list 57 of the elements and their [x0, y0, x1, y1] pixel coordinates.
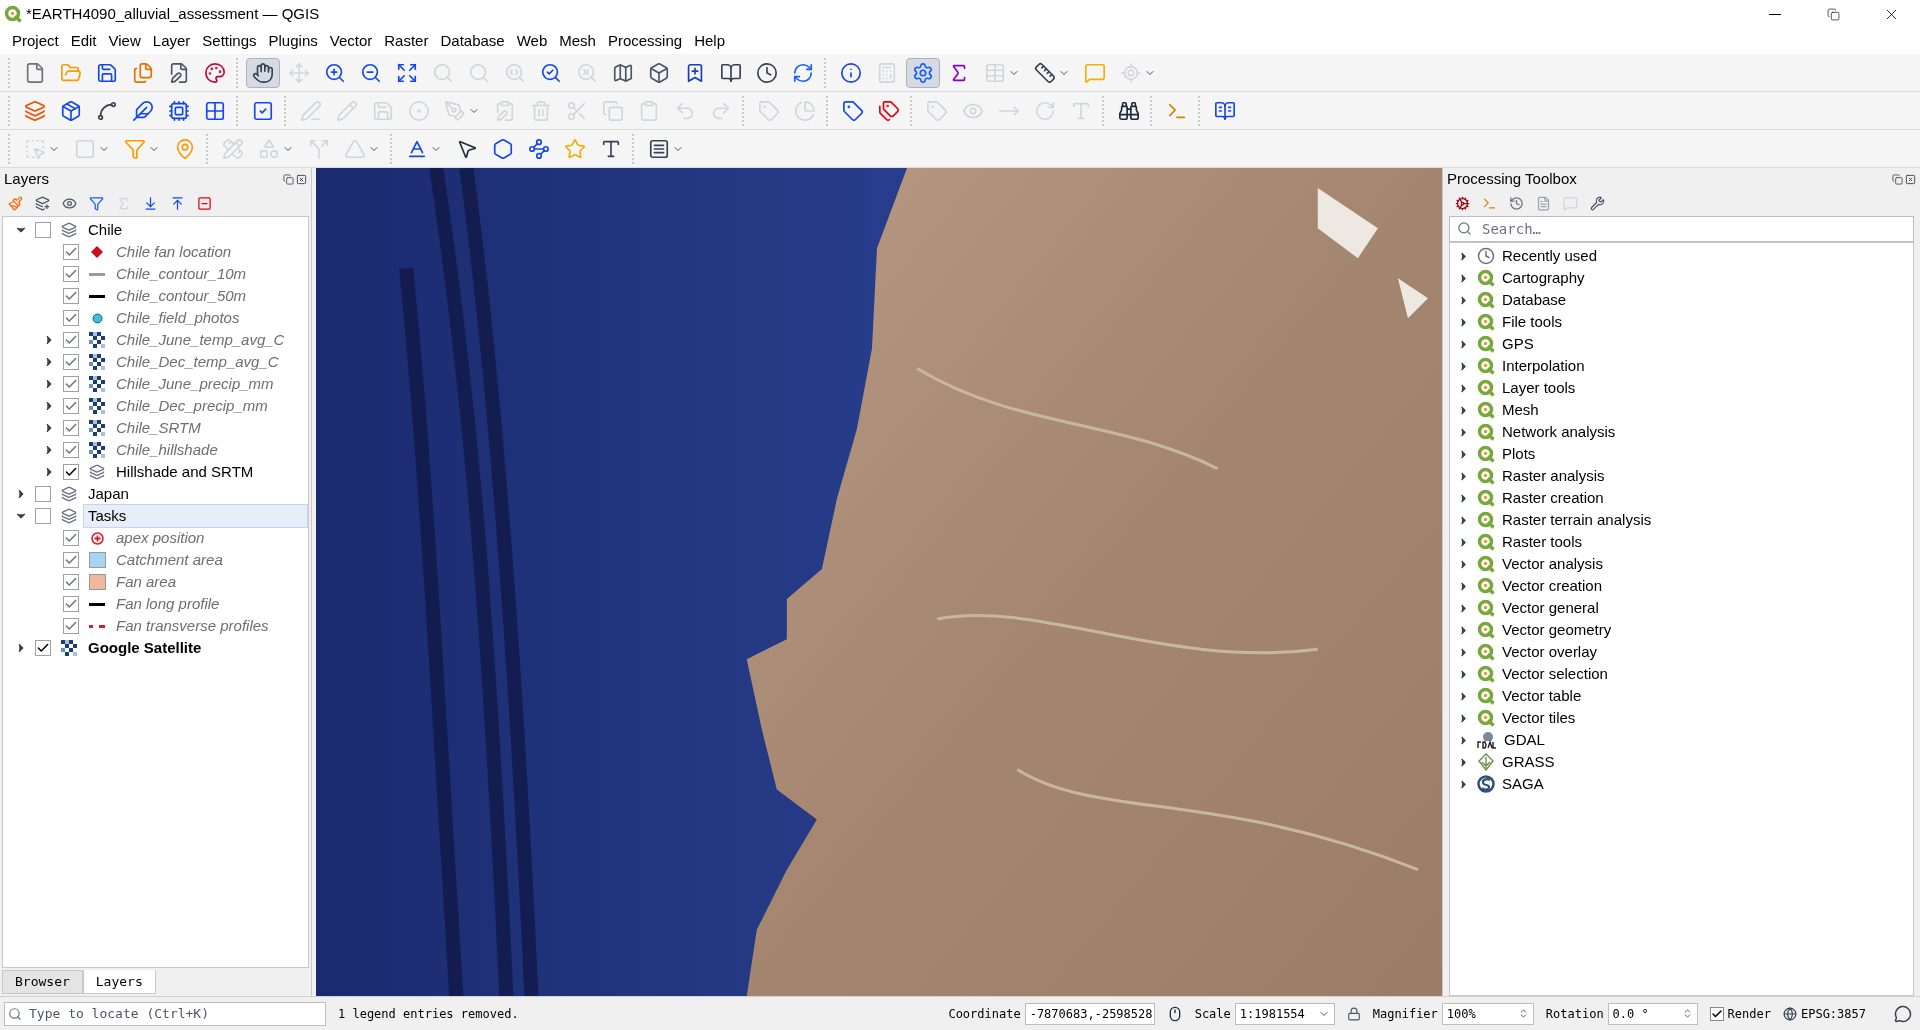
- algorithm-group[interactable]: Network analysis: [1502, 420, 1616, 444]
- status-label: Rotation: [1545, 1005, 1604, 1023]
- menu-item[interactable]: Processing: [601, 29, 689, 53]
- algorithm-group[interactable]: Vector overlay: [1502, 640, 1598, 664]
- checkbox-label: Render: [1727, 1005, 1771, 1023]
- menu-item[interactable]: Layer: [146, 29, 197, 53]
- menu-item[interactable]: Plugins: [262, 29, 324, 53]
- menu-item[interactable]: Database: [434, 29, 511, 53]
- panel-title: Layers: [4, 168, 50, 189]
- status-field[interactable]: 1:1981554: [1234, 1002, 1335, 1025]
- algorithm-group[interactable]: Raster terrain analysis: [1502, 508, 1652, 532]
- layer-name[interactable]: Tasks: [83, 503, 308, 529]
- algorithm-group[interactable]: GDAL: [1504, 728, 1545, 752]
- algorithm-group[interactable]: GPS: [1502, 332, 1534, 356]
- search-field[interactable]: Search…: [1449, 216, 1914, 242]
- menu-item[interactable]: Help: [688, 29, 731, 53]
- algorithm-group[interactable]: Vector geometry: [1502, 618, 1612, 642]
- locator-field[interactable]: Type to locate (Ctrl+K): [4, 1001, 326, 1026]
- crs-label[interactable]: EPSG:3857: [1800, 1004, 1866, 1023]
- algorithm-group[interactable]: Database: [1502, 288, 1567, 312]
- panel-tab[interactable]: Browser: [2, 970, 83, 994]
- status-field[interactable]: -7870683,-2598528: [1024, 1002, 1155, 1025]
- algorithm-group[interactable]: Vector general: [1502, 596, 1599, 620]
- menu-item[interactable]: Mesh: [553, 29, 602, 53]
- algorithm-group[interactable]: File tools: [1502, 310, 1563, 334]
- window-title: *EARTH4090_alluvial_assessment — QGIS: [26, 3, 321, 24]
- status-label: Magnifier: [1372, 1005, 1438, 1023]
- algorithm-group[interactable]: GRASS: [1502, 750, 1555, 774]
- algorithm-group[interactable]: Vector creation: [1502, 574, 1603, 598]
- menu-item[interactable]: Vector: [323, 29, 379, 53]
- menu-item[interactable]: View: [102, 29, 147, 53]
- algorithm-group[interactable]: Vector table: [1502, 684, 1582, 708]
- status-label: Scale: [1194, 1005, 1231, 1023]
- menu-item[interactable]: Edit: [64, 29, 103, 53]
- status-field[interactable]: 0.0 °: [1607, 1002, 1698, 1025]
- algorithm-group[interactable]: Layer tools: [1502, 376, 1576, 400]
- algorithm-group[interactable]: Vector analysis: [1502, 552, 1603, 576]
- algorithm-group[interactable]: Vector selection: [1502, 662, 1608, 686]
- status-label: Coordinate: [948, 1005, 1021, 1023]
- algorithm-group[interactable]: Plots: [1502, 442, 1536, 466]
- algorithm-group[interactable]: Recently used: [1502, 244, 1598, 268]
- menu-item[interactable]: Raster: [378, 29, 435, 53]
- menu-item[interactable]: Project: [6, 29, 65, 53]
- algorithm-group[interactable]: Raster tools: [1502, 530, 1583, 554]
- panel-tab[interactable]: Layers: [82, 970, 156, 994]
- algorithm-group[interactable]: Raster analysis: [1502, 464, 1605, 488]
- menu-item[interactable]: Settings: [196, 29, 263, 53]
- algorithm-group[interactable]: Vector tiles: [1502, 706, 1576, 730]
- algorithm-group[interactable]: Cartography: [1502, 266, 1585, 290]
- menu-item[interactable]: Web: [510, 29, 554, 53]
- algorithm-group[interactable]: Raster creation: [1502, 486, 1604, 510]
- status-message: 1 legend entries removed.: [338, 1005, 520, 1023]
- algorithm-group[interactable]: Mesh: [1502, 398, 1539, 422]
- panel-title: Processing Toolbox: [1447, 168, 1577, 189]
- algorithm-group[interactable]: SAGA: [1502, 772, 1544, 796]
- algorithm-group[interactable]: Interpolation: [1502, 354, 1585, 378]
- status-field[interactable]: 100%: [1441, 1002, 1534, 1025]
